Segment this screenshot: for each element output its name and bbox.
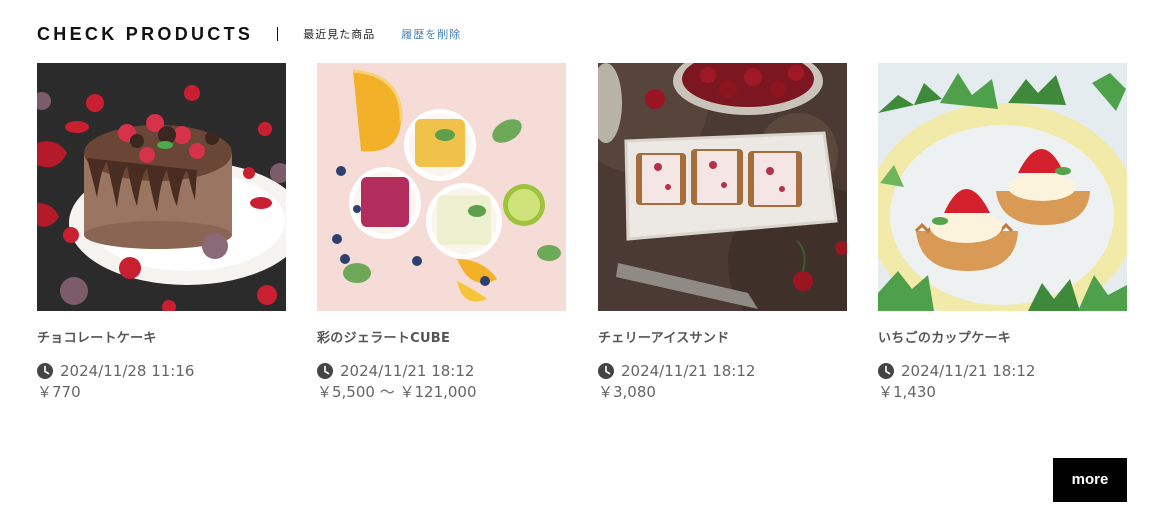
product-card[interactable]: 彩のジェラートCUBE 2024/11/21 18:12 ￥5,500 ～ ￥1… <box>317 63 566 401</box>
product-name[interactable]: チェリーアイスサンド <box>598 331 847 347</box>
product-image-strawberry-cupcake[interactable] <box>878 63 1127 311</box>
clock-icon <box>878 363 894 379</box>
product-price: ￥770 <box>37 383 81 401</box>
section-title: CHECK PRODUCTS <box>37 23 254 44</box>
section-header: CHECK PRODUCTS 最近見た商品 履歴を削除 <box>37 22 461 46</box>
product-card[interactable]: チョコレートケーキ 2024/11/28 11:16 ￥770 <box>37 63 286 401</box>
clock-icon <box>598 363 614 379</box>
product-card[interactable]: いちごのカップケーキ 2024/11/21 18:12 ￥1,430 <box>878 63 1127 401</box>
viewed-date-row: 2024/11/21 18:12 <box>878 362 1127 380</box>
section-subtitle: 最近見た商品 <box>303 28 376 41</box>
viewed-date-row: 2024/11/21 18:12 <box>598 362 847 380</box>
product-name[interactable]: 彩のジェラートCUBE <box>317 331 566 347</box>
clock-icon <box>317 363 333 379</box>
product-price: ￥3,080 <box>598 383 656 401</box>
viewed-date-row: 2024/11/28 11:16 <box>37 362 286 380</box>
product-card[interactable]: チェリーアイスサンド 2024/11/21 18:12 ￥3,080 <box>598 63 847 401</box>
product-price: ￥5,500 ～ ￥121,000 <box>317 383 477 401</box>
viewed-date: 2024/11/28 11:16 <box>60 362 195 380</box>
product-price: ￥1,430 <box>878 383 936 401</box>
header-divider <box>277 27 279 41</box>
clock-icon <box>37 363 53 379</box>
product-name[interactable]: いちごのカップケーキ <box>878 331 1127 347</box>
recently-viewed-section: CHECK PRODUCTS 最近見た商品 履歴を削除 チョコレートケーキ 20… <box>0 0 1161 521</box>
product-image-gelato-cube[interactable] <box>317 63 566 311</box>
viewed-date-row: 2024/11/21 18:12 <box>317 362 566 380</box>
viewed-date: 2024/11/21 18:12 <box>621 362 756 380</box>
product-image-chocolate-cake[interactable] <box>37 63 286 311</box>
viewed-date: 2024/11/21 18:12 <box>340 362 475 380</box>
clear-history-link[interactable]: 履歴を削除 <box>401 26 461 42</box>
more-button[interactable]: more <box>1053 458 1127 502</box>
viewed-date: 2024/11/21 18:12 <box>901 362 1036 380</box>
product-image-cherry-ice-sandwich[interactable] <box>598 63 847 311</box>
product-name[interactable]: チョコレートケーキ <box>37 331 286 347</box>
